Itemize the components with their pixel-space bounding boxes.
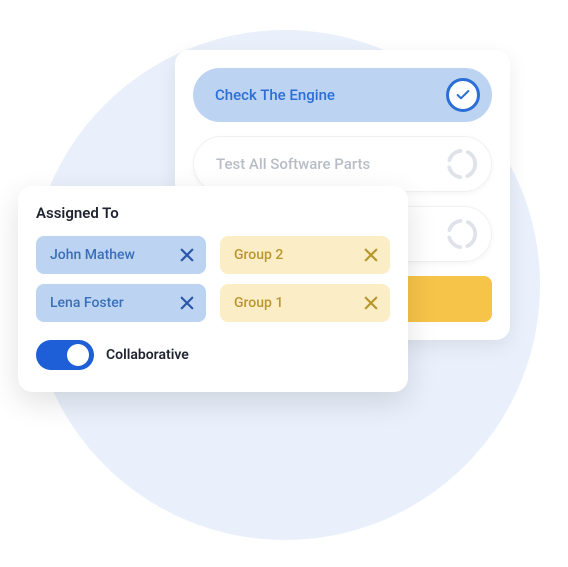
close-icon[interactable] (362, 294, 380, 312)
collaborative-toggle[interactable] (36, 340, 94, 370)
task-item[interactable]: Check The Engine (193, 68, 492, 122)
chip-grid: John Mathew Group 2 Lena Foster Group 1 (36, 236, 390, 322)
chip-label: John Mathew (50, 247, 135, 263)
chip-label: Lena Foster (50, 295, 124, 311)
toggle-knob (67, 344, 89, 366)
task-label: Test All Software Parts (216, 155, 370, 173)
close-icon[interactable] (178, 246, 196, 264)
task-label: Check The Engine (215, 86, 335, 104)
task-item[interactable]: Test All Software Parts (193, 136, 492, 192)
close-icon[interactable] (178, 294, 196, 312)
assigned-to-title: Assigned To (36, 204, 390, 222)
assignee-chip-group[interactable]: Group 2 (220, 236, 390, 274)
assignee-chip-person[interactable]: John Mathew (36, 236, 206, 274)
collaborative-row: Collaborative (36, 340, 390, 370)
chip-label: Group 1 (234, 295, 283, 311)
check-circle-icon (446, 78, 480, 112)
assigned-to-card: Assigned To John Mathew Group 2 Lena Fos… (18, 186, 408, 392)
empty-circle-icon (445, 217, 479, 251)
assignee-chip-group[interactable]: Group 1 (220, 284, 390, 322)
close-icon[interactable] (362, 246, 380, 264)
assignee-chip-person[interactable]: Lena Foster (36, 284, 206, 322)
chip-label: Group 2 (234, 247, 283, 263)
empty-circle-icon (445, 147, 479, 181)
collaborative-label: Collaborative (106, 347, 189, 363)
